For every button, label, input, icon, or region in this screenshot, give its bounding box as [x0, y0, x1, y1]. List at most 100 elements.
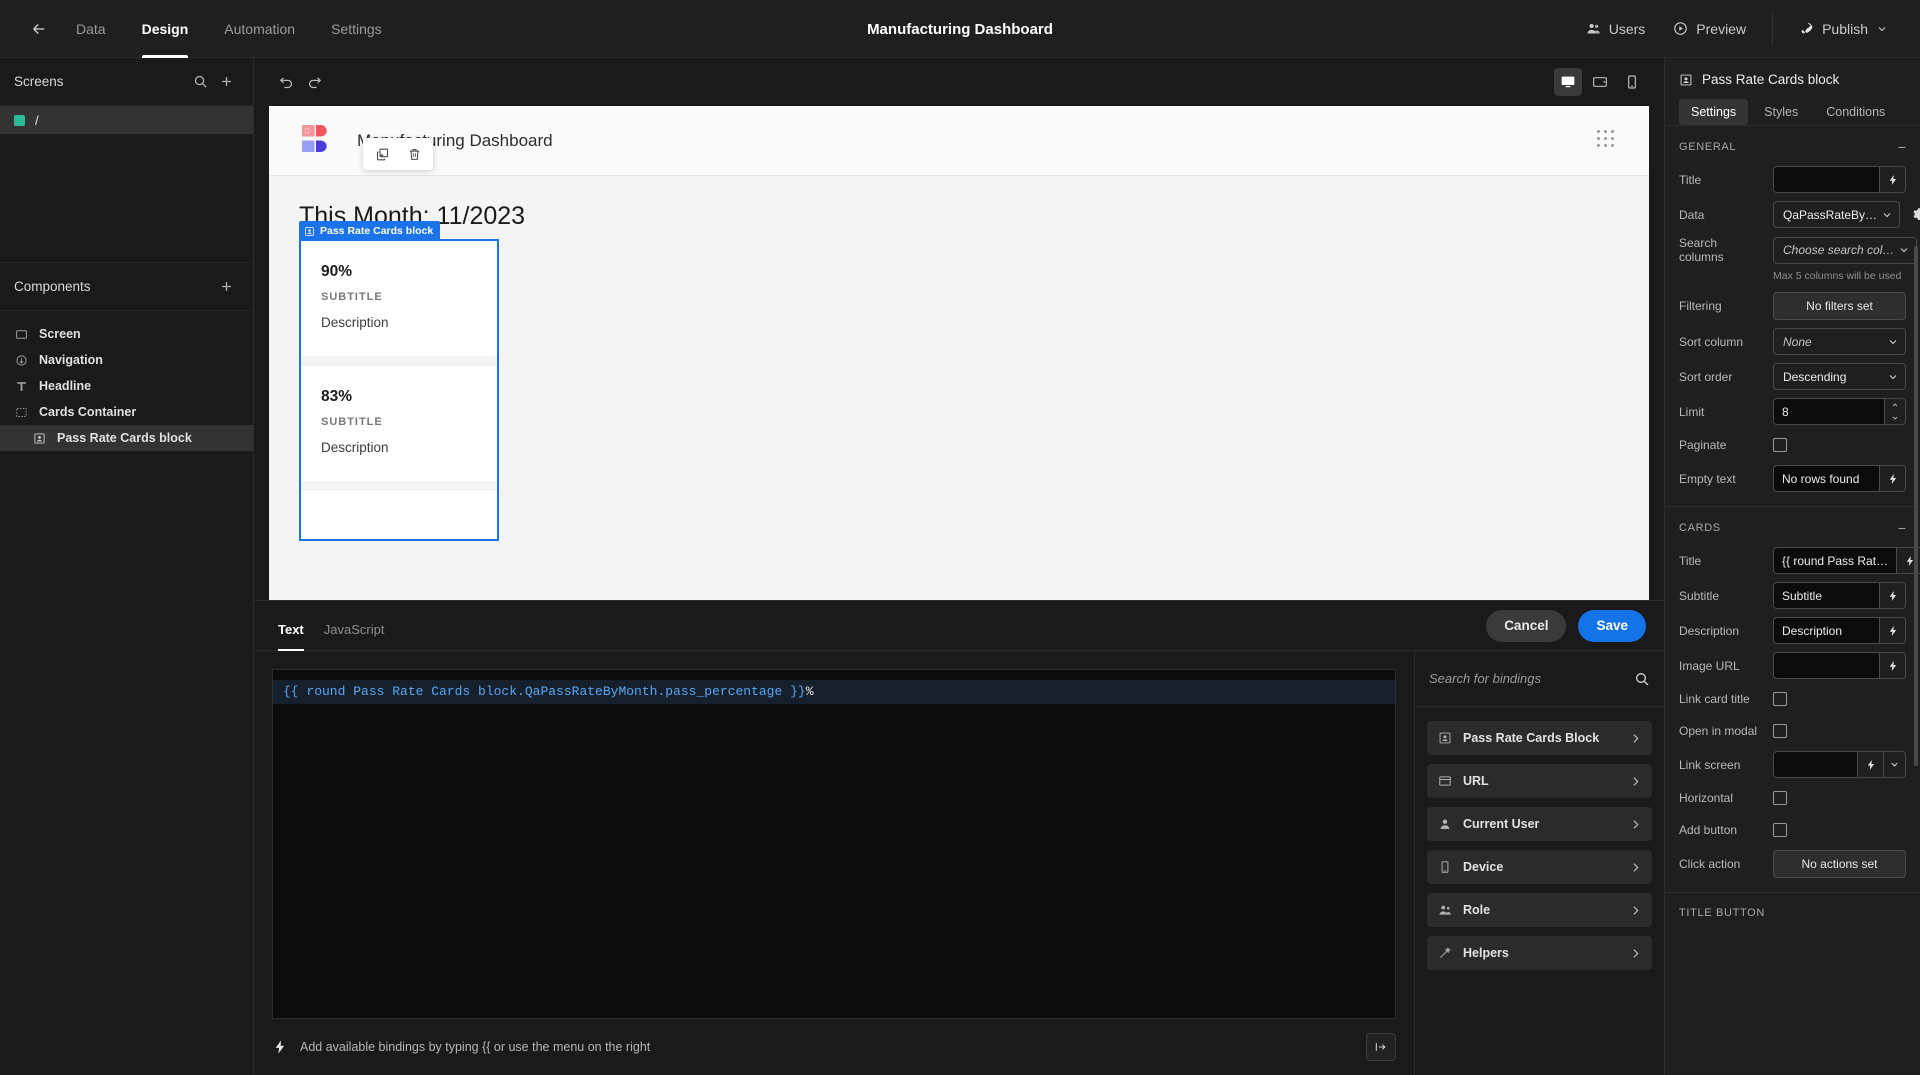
cancel-button[interactable]: Cancel — [1486, 609, 1567, 642]
tab-settings[interactable]: Settings — [1679, 99, 1749, 125]
title-binding-icon[interactable] — [1879, 166, 1906, 193]
setting-row-image-url: Image URL — [1665, 648, 1920, 683]
setting-label-card-title: Title — [1679, 553, 1702, 568]
users-button[interactable]: Users — [1574, 14, 1658, 44]
card-title-input[interactable]: {{ round Pass Rat… — [1773, 547, 1897, 574]
limit-input[interactable]: 8 — [1773, 398, 1884, 425]
empty-text-input[interactable]: No rows found — [1773, 465, 1879, 492]
save-button[interactable]: Save — [1578, 609, 1646, 642]
component-item-pass-rate-cards-block[interactable]: Pass Rate Cards block — [0, 425, 253, 451]
setting-control-horizontal — [1773, 791, 1906, 805]
app-root: Data Design Automation Settings Manufact… — [0, 0, 1920, 1075]
publish-button[interactable]: Publish — [1787, 14, 1900, 44]
app-canvas[interactable]: Manufacturing Dashboard This Month: 11/2… — [269, 106, 1649, 600]
preview-card-1[interactable]: 90% SUBTITLE Description — [301, 241, 497, 356]
screens-add-icon[interactable] — [213, 69, 239, 95]
preview-card-2[interactable]: 83% SUBTITLE Description — [301, 366, 497, 481]
title-input[interactable] — [1773, 166, 1879, 193]
add-button-checkbox[interactable] — [1773, 823, 1787, 837]
binding-item-role[interactable]: Role — [1427, 893, 1652, 927]
component-item-navigation[interactable]: Navigation — [0, 347, 253, 373]
data-settings-gear-icon[interactable] — [1906, 207, 1920, 222]
selected-component-outline[interactable]: Pass Rate Cards block 90% SUBTITLE Descr… — [299, 221, 499, 541]
expand-icon[interactable] — [1366, 1033, 1396, 1061]
link-card-title-checkbox[interactable] — [1773, 692, 1787, 706]
binding-item-device[interactable]: Device — [1427, 850, 1652, 884]
open-in-modal-checkbox[interactable] — [1773, 724, 1787, 738]
search-icon[interactable] — [1634, 671, 1650, 687]
card-subtitle-binding-icon[interactable] — [1879, 582, 1906, 609]
duplicate-icon[interactable] — [371, 143, 393, 165]
redo-icon[interactable] — [300, 68, 328, 96]
undo-icon[interactable] — [272, 68, 300, 96]
card-description-input[interactable]: Description — [1773, 617, 1879, 644]
bindings-search-input[interactable] — [1429, 671, 1626, 686]
horizontal-checkbox[interactable] — [1773, 791, 1787, 805]
nav-tab-automation[interactable]: Automation — [208, 0, 311, 58]
image-url-binding-icon[interactable] — [1879, 652, 1906, 679]
publish-label: Publish — [1822, 20, 1868, 37]
tab-styles[interactable]: Styles — [1752, 99, 1810, 125]
link-screen-binding-icon[interactable] — [1857, 751, 1884, 778]
back-button[interactable] — [22, 12, 56, 46]
card-subtitle-input[interactable]: Subtitle — [1773, 582, 1879, 609]
component-item-screen[interactable]: Screen — [0, 321, 253, 347]
drawer-tab-text[interactable]: Text — [272, 622, 314, 651]
card-description-binding-icon[interactable] — [1879, 617, 1906, 644]
top-bar-left: Data Design Automation Settings — [0, 0, 398, 58]
users-label: Users — [1608, 20, 1646, 37]
settings-scrollbar[interactable] — [1914, 246, 1918, 766]
empty-text-binding-icon[interactable] — [1879, 465, 1906, 492]
nav-tab-data[interactable]: Data — [60, 0, 122, 58]
search-columns-select[interactable]: Choose search col… — [1773, 236, 1918, 264]
preview-button[interactable]: Preview — [1661, 14, 1758, 44]
click-action-button[interactable]: No actions set — [1773, 850, 1906, 878]
link-screen-dropdown-icon[interactable] — [1884, 751, 1906, 778]
binding-item-helpers[interactable]: Helpers — [1427, 936, 1652, 970]
screen-item-root[interactable]: / — [0, 106, 253, 134]
preview-label: Preview — [1696, 20, 1747, 37]
components-add-icon[interactable] — [213, 274, 239, 300]
bindings-search[interactable] — [1415, 651, 1664, 707]
tab-conditions[interactable]: Conditions — [1814, 99, 1897, 125]
section-general-title: GENERAL — [1679, 141, 1737, 153]
link-screen-input[interactable] — [1773, 751, 1857, 778]
navigation-icon — [14, 353, 29, 368]
setting-label-title: Title — [1679, 172, 1702, 187]
nav-tab-settings[interactable]: Settings — [315, 0, 398, 58]
sort-order-select[interactable]: Descending — [1773, 363, 1906, 390]
nav-tab-design[interactable]: Design — [126, 0, 205, 58]
settings-scroll-area[interactable]: GENERAL − Title Data QaPassRateBy… Searc… — [1665, 126, 1920, 1075]
preview-card-3[interactable] — [301, 491, 497, 539]
screens-empty-space — [0, 134, 253, 262]
section-general-collapse-icon[interactable]: − — [1898, 140, 1906, 154]
mobile-preview-button[interactable] — [1618, 68, 1646, 96]
data-select[interactable]: QaPassRateBy… — [1773, 201, 1901, 228]
delete-icon[interactable] — [403, 143, 425, 165]
component-item-headline[interactable]: Headline — [0, 373, 253, 399]
binding-item-pass-rate-cards-block[interactable]: Pass Rate Cards Block — [1427, 721, 1652, 755]
binding-item-label: Current User — [1463, 817, 1540, 831]
paginate-checkbox[interactable] — [1773, 438, 1787, 452]
setting-label-link-screen: Link screen — [1679, 757, 1741, 772]
section-cards-collapse-icon[interactable]: − — [1898, 521, 1906, 535]
sort-column-select[interactable]: None — [1773, 328, 1906, 355]
drag-grip-icon[interactable] — [1597, 129, 1619, 152]
settings-panel-tabs: Settings Styles Conditions — [1679, 99, 1906, 125]
drawer-tab-javascript[interactable]: JavaScript — [314, 622, 395, 651]
bindings-list: Pass Rate Cards Block URL Current User D… — [1415, 707, 1664, 984]
tablet-preview-button[interactable] — [1586, 68, 1614, 96]
components-list: Screen Navigation Headline Cards Contain… — [0, 311, 253, 457]
chevron-down-icon[interactable] — [1876, 23, 1888, 35]
binding-item-url[interactable]: URL — [1427, 764, 1652, 798]
setting-label-open-in-modal: Open in modal — [1679, 724, 1758, 738]
component-item-cards-container[interactable]: Cards Container — [0, 399, 253, 425]
limit-decrement-button[interactable] — [1885, 411, 1905, 424]
limit-increment-button[interactable] — [1885, 399, 1905, 412]
binding-item-current-user[interactable]: Current User — [1427, 807, 1652, 841]
screens-search-icon[interactable] — [187, 69, 213, 95]
image-url-input[interactable] — [1773, 652, 1879, 679]
filtering-button[interactable]: No filters set — [1773, 292, 1906, 320]
desktop-preview-button[interactable] — [1554, 68, 1582, 96]
code-editor[interactable]: {{ round Pass Rate Cards block.QaPassRat… — [272, 669, 1396, 1019]
